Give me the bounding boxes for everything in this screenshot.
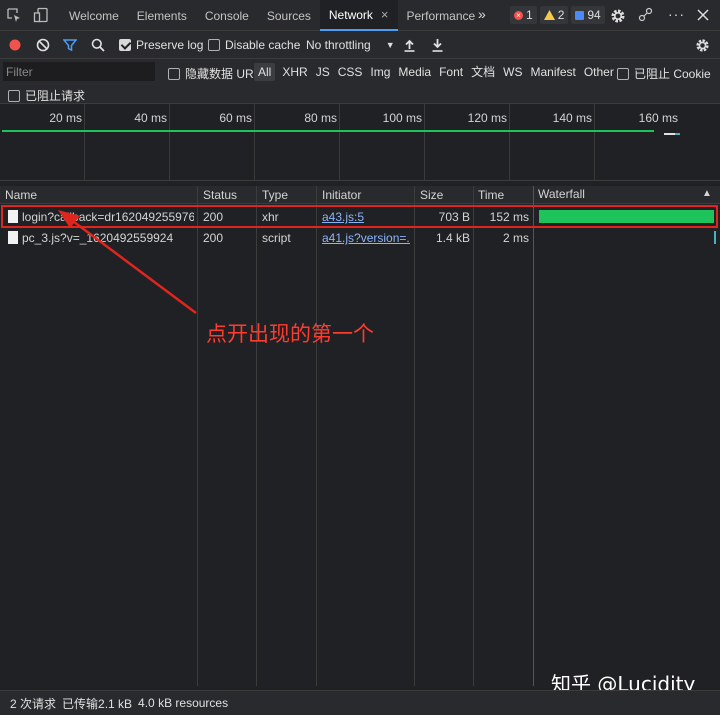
annotation-text: 点开出现的第一个	[206, 322, 374, 346]
resources-size: 4.0 kB resources	[138, 696, 229, 710]
request-count: 2 次请求	[10, 696, 57, 711]
transferred-size: 已传输2.1 kB	[62, 696, 133, 711]
annotation-arrow	[58, 210, 197, 315]
network-status-bar: 2 次请求 已传输2.1 kB 4.0 kB resources	[0, 690, 720, 715]
